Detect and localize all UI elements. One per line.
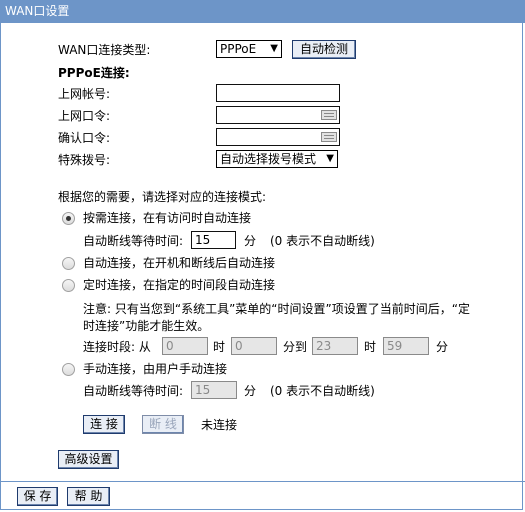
password-input[interactable]	[216, 106, 340, 124]
account-label: 上网帐号:	[58, 87, 111, 101]
timed-connect-label: 定时连接，在指定的时间段自动连接	[83, 278, 276, 292]
manual-connect-radio[interactable]	[62, 363, 75, 376]
mode-prompt: 根据您的需要，请选择对应的连接模式:	[58, 190, 267, 204]
auto-connect-label: 自动连接，在开机和断线后自动连接	[83, 256, 276, 270]
chevron-down-icon: ▼	[326, 153, 334, 164]
manual-wait-unit: 分	[244, 384, 257, 398]
manual-connect-label: 手动连接，由用户手动连接	[83, 362, 228, 376]
on-demand-wait-input[interactable]: 15	[191, 231, 236, 249]
pppoe-section-title: PPPoE连接:	[58, 66, 130, 80]
on-demand-wait-unit: 分	[244, 234, 257, 248]
on-demand-radio[interactable]	[62, 212, 75, 225]
manual-wait-label: 自动断线等待时间:	[83, 384, 184, 398]
keyboard-icon[interactable]	[321, 110, 337, 120]
save-button[interactable]: 保 存	[17, 487, 58, 506]
to-label: 分到	[283, 340, 308, 354]
from-minute-input[interactable]: 0	[231, 337, 277, 355]
auto-connect-radio[interactable]	[62, 257, 75, 270]
help-button[interactable]: 帮 助	[67, 487, 110, 506]
from-hour-input[interactable]: 0	[162, 337, 208, 355]
to-hour-input[interactable]: 23	[312, 337, 358, 355]
dial-mode-select[interactable]: 自动选择拨号模式 ▼	[216, 150, 338, 168]
period-label: 连接时段: 从	[83, 340, 151, 354]
keyboard-icon[interactable]	[321, 132, 337, 142]
account-input[interactable]	[216, 84, 340, 102]
confirm-label: 确认口令:	[58, 131, 111, 145]
timed-note-line2: 时连接”功能才能生效。	[83, 319, 210, 333]
conn-type-select[interactable]: PPPoE ▼	[216, 40, 282, 58]
hour-unit-1: 时	[213, 340, 226, 354]
minute-unit: 分	[436, 340, 449, 354]
on-demand-label: 按需连接，在有访问时自动连接	[83, 211, 252, 225]
connect-button[interactable]: 连 接	[83, 415, 125, 434]
confirm-password-input[interactable]	[216, 128, 340, 146]
timed-note-line1: 注意: 只有当您到“系统工具”菜单的“时间设置”项设置了当前时间后，“定	[83, 302, 470, 316]
to-minute-input[interactable]: 59	[383, 337, 429, 355]
disconnect-button[interactable]: 断 线	[142, 415, 184, 434]
timed-connect-radio[interactable]	[62, 279, 75, 292]
manual-wait-note: (0 表示不自动断线)	[270, 384, 375, 398]
password-label: 上网口令:	[58, 109, 111, 123]
conn-type-value: PPPoE	[220, 42, 257, 56]
dial-mode-value: 自动选择拨号模式	[220, 152, 317, 166]
chevron-down-icon: ▼	[270, 43, 278, 54]
on-demand-wait-note: (0 表示不自动断线)	[270, 234, 375, 248]
dial-label: 特殊拨号:	[58, 153, 111, 167]
auto-detect-button[interactable]: 自动检测	[292, 40, 356, 59]
on-demand-wait-label: 自动断线等待时间:	[83, 234, 184, 248]
panel-title: WAN口设置	[0, 0, 525, 23]
advanced-settings-button[interactable]: 高级设置	[58, 450, 119, 469]
hour-unit-2: 时	[364, 340, 377, 354]
manual-wait-input[interactable]: 15	[191, 381, 237, 399]
connection-status: 未连接	[201, 418, 238, 432]
footer-divider	[0, 481, 525, 482]
conn-type-label: WAN口连接类型:	[58, 43, 151, 57]
